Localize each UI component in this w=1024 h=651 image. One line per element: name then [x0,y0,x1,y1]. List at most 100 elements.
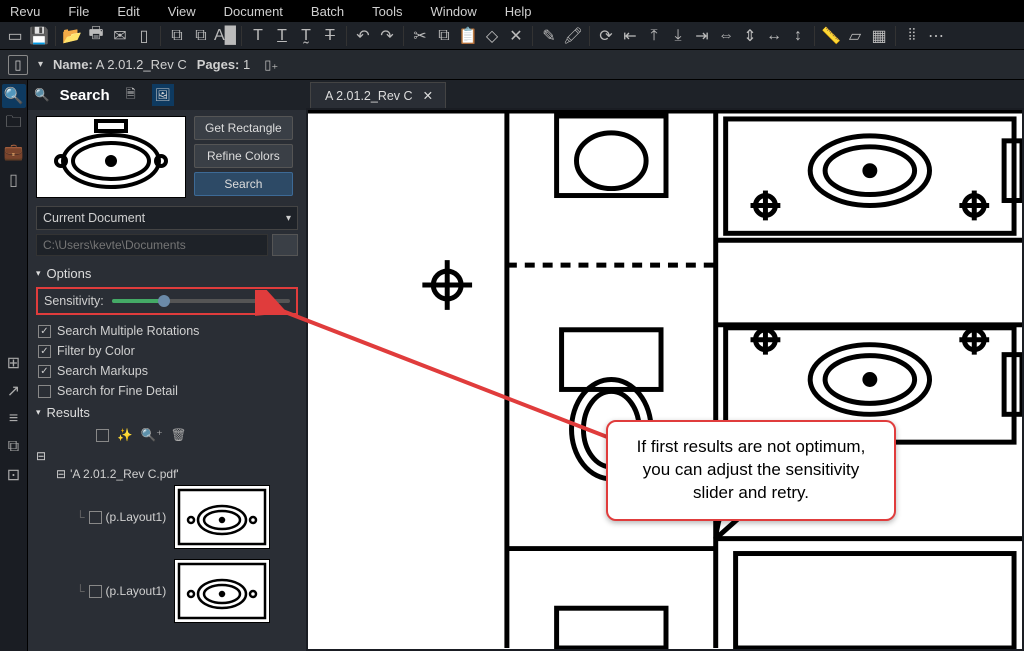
menu-batch[interactable]: Batch [311,4,344,19]
search-panel: 🔍 Search 🗎 🖼 Get Rectangle Refine Colors… [28,80,306,651]
menu-document[interactable]: Document [224,4,283,19]
squiggly-icon[interactable]: T̰ [295,25,317,47]
menu-revu[interactable]: Revu [10,4,40,19]
new-page-icon[interactable]: ▯₊ [260,54,282,76]
align-left-icon[interactable]: ⇤ [619,25,641,47]
count-icon[interactable]: ⦙⦙ [901,25,923,47]
sensitivity-highlight: Sensitivity: [36,287,298,315]
search-button[interactable]: Search [194,172,293,196]
name-label: Name: [53,57,93,72]
hyperlink-icon[interactable]: 🔍⁺ [141,427,163,443]
fine-detail-checkbox[interactable] [38,385,51,398]
calibrate-icon[interactable]: ↗ [2,379,26,403]
result-item[interactable]: (p.Layout1) [106,584,167,598]
document-tab[interactable]: A 2.01.2_Rev C ✕ [310,82,446,108]
rotations-label: Search Multiple Rotations [57,324,199,338]
result-item[interactable]: (p.Layout1) [106,510,167,524]
menubar: Revu File Edit View Document Batch Tools… [0,0,1024,22]
align-hcenter-icon[interactable]: ⇔ [715,25,737,47]
properties-icon[interactable]: ⊞ [2,351,26,375]
measure-icon[interactable]: 📏 [820,25,842,47]
select-all-checkbox[interactable] [96,429,109,442]
apply-icon[interactable]: ✨ [117,428,133,443]
text-search-icon[interactable]: 🗎 [120,84,142,106]
search-preview [36,116,186,198]
distribute-v-icon[interactable]: ↕ [787,25,809,47]
textbox-icon[interactable]: A█ [214,25,236,47]
chevron-down-icon[interactable]: ▾ [38,59,43,70]
more-icon[interactable]: ⋯ [925,25,947,47]
menu-window[interactable]: Window [431,4,477,19]
undo-icon[interactable]: ↶ [352,25,374,47]
result-checkbox[interactable] [89,511,102,524]
markups-label: Search Markups [57,364,148,378]
path-input[interactable] [36,234,268,256]
menu-edit[interactable]: Edit [117,4,139,19]
pen-icon[interactable]: ✎ [538,25,560,47]
chevron-down-icon: ▾ [286,213,291,224]
pages-value: 1 [243,57,250,72]
file-access-icon[interactable]: 🗀 [2,112,26,136]
sensitivity-slider[interactable] [112,299,290,303]
result-checkbox[interactable] [89,585,102,598]
email-icon[interactable]: ✉ [109,25,131,47]
menu-help[interactable]: Help [505,4,532,19]
settings-icon[interactable]: ⊡ [2,463,26,487]
markups-checkbox[interactable]: ✓ [38,365,51,378]
grid-icon[interactable]: ▦ [868,25,890,47]
collapse-icon[interactable]: ⊟ [36,449,46,463]
results-header[interactable]: ▾ Results [36,401,298,424]
delete-result-icon[interactable]: 🗑 [171,428,187,443]
rotations-checkbox[interactable]: ✓ [38,325,51,338]
name-value: A 2.01.2_Rev C [96,57,187,72]
filter-color-checkbox[interactable]: ✓ [38,345,51,358]
result-file-name[interactable]: 'A 2.01.2_Rev C.pdf' [70,467,179,481]
fine-detail-label: Search for Fine Detail [57,384,178,398]
menu-tools[interactable]: Tools [372,4,402,19]
annotation-callout: If first results are not optimum, you ca… [606,420,896,521]
close-tab-icon[interactable]: ✕ [423,88,433,103]
rotate-icon[interactable]: ⟳ [595,25,617,47]
align-right-icon[interactable]: ⇥ [691,25,713,47]
left-rail: 🔍 🗀 💼 ▯ ⊞ ↗ ≡ ⧉ ⊡ [0,80,28,651]
search-tab-icon[interactable]: 🔍 [2,84,26,108]
document-area: A 2.01.2_Rev C ✕ [306,80,1024,651]
text-tool-icon[interactable]: T [247,25,269,47]
distribute-h-icon[interactable]: ↔ [763,25,785,47]
document-icon[interactable]: ▯ [8,55,28,75]
print-icon[interactable]: 🖶 [85,25,107,47]
page-icon[interactable]: ▯ [133,25,155,47]
highlight-icon[interactable]: 🖍 [562,25,584,47]
menu-view[interactable]: View [168,4,196,19]
area-icon[interactable]: ▱ [844,25,866,47]
refine-colors-button[interactable]: Refine Colors [194,144,293,168]
strike-icon[interactable]: T [319,25,341,47]
save-icon[interactable]: 💾 [28,25,50,47]
align-bottom-icon[interactable]: ⤓ [667,25,689,47]
links-icon[interactable]: ⧉ [2,435,26,459]
visual-search-icon[interactable]: 🖼 [152,84,174,106]
collapse-icon[interactable]: ⊟ [56,467,66,481]
delete-icon[interactable]: ✕ [505,25,527,47]
browse-button[interactable] [272,234,298,256]
clipboard-icon[interactable]: 📋 [457,25,479,47]
get-rectangle-button[interactable]: Get Rectangle [194,116,293,140]
cut-icon[interactable]: ✂ [409,25,431,47]
layers-icon[interactable]: ≡ [2,407,26,431]
redo-icon[interactable]: ↷ [376,25,398,47]
document-viewport[interactable] [308,110,1022,649]
briefcase-icon[interactable]: 💼 [2,140,26,164]
eraser-icon[interactable]: ◇ [481,25,503,47]
underline-icon[interactable]: T [271,25,293,47]
scope-select[interactable]: Current Document ▾ [36,206,298,230]
open-folder-icon[interactable]: 📂 [61,25,83,47]
copy2-icon[interactable]: ⧉ [433,25,455,47]
open-icon[interactable]: ▭ [4,25,26,47]
align-top-icon[interactable]: ⤒ [643,25,665,47]
menu-file[interactable]: File [68,4,89,19]
align-vcenter-icon[interactable]: ⇕ [739,25,761,47]
paste-icon[interactable]: ⧉ [190,25,212,47]
thumbnails-icon[interactable]: ▯ [2,168,26,192]
copy-icon[interactable]: ⧉ [166,25,188,47]
options-header[interactable]: ▾ Options [36,262,298,285]
